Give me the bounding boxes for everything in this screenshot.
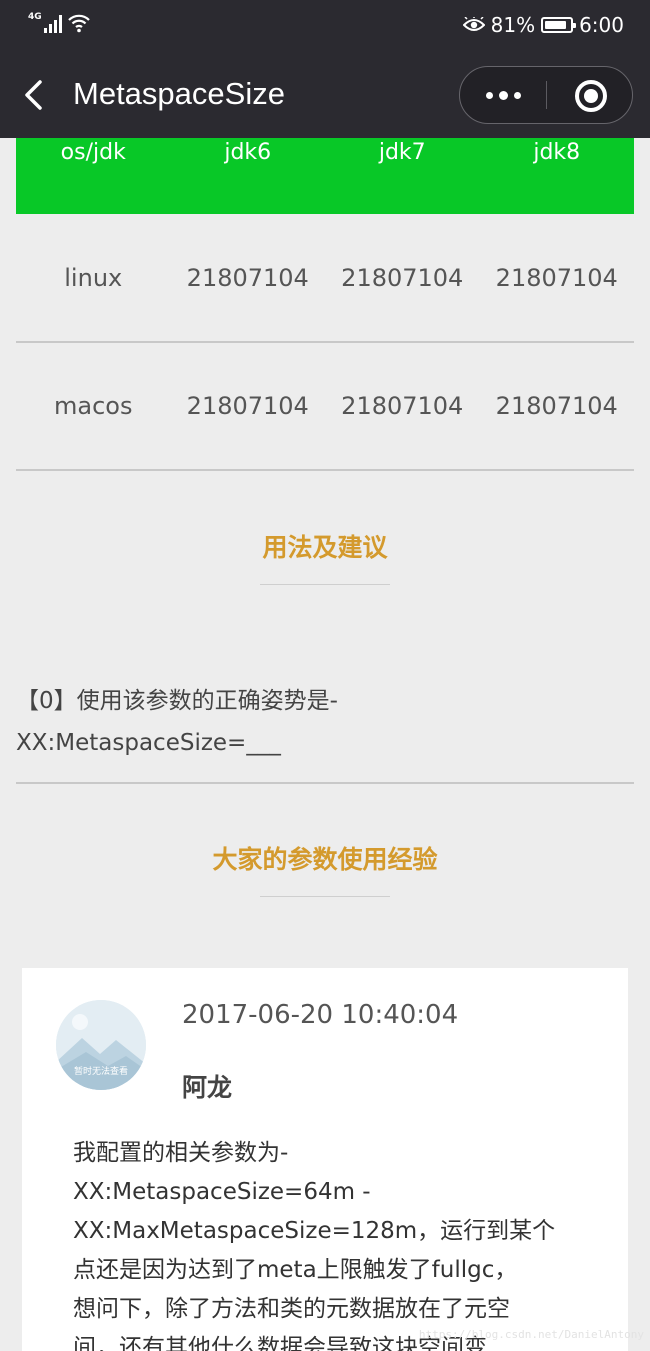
comment-line: 想问下，除了方法和类的元数据放在了元空 xyxy=(73,1296,510,1322)
network-type: 4G xyxy=(28,12,42,22)
comment-line: XX:MetaspaceSize=64m - xyxy=(73,1179,371,1205)
more-dots-icon[interactable] xyxy=(460,67,546,123)
table-cell: 21807104 xyxy=(186,264,309,292)
comment-line: 我配置的相关参数为- xyxy=(73,1140,289,1166)
status-left: 4G xyxy=(28,13,90,33)
mini-program-capsule xyxy=(459,66,633,124)
comment-author: 阿龙 xyxy=(182,1073,233,1102)
table-cell: linux xyxy=(64,264,123,292)
eye-comfort-icon xyxy=(462,17,485,31)
watermark: https://blog.csdn.net/DanielAntony xyxy=(418,1328,644,1341)
clock: 6:00 xyxy=(579,13,624,37)
page-title: MetaspaceSize xyxy=(73,76,285,111)
comment-line: XX:MaxMetaspaceSize=128m，运行到某个 xyxy=(73,1218,556,1244)
comment-line: 点还是因为达到了meta上限触发了fullgc， xyxy=(73,1257,518,1283)
usage-section-title: 用法及建议 xyxy=(262,533,388,562)
status-right: 81% 6:00 xyxy=(462,13,624,37)
usage-text-line: 【0】使用该参数的正确姿势是- xyxy=(16,688,338,714)
table-header-cell: jdk6 xyxy=(224,140,272,165)
table-cell: 21807104 xyxy=(341,264,464,292)
comment-time: 2017-06-20 10:40:04 xyxy=(182,1000,459,1030)
divider xyxy=(16,782,634,784)
section-divider xyxy=(260,584,390,585)
nav-bar: MetaspaceSize xyxy=(0,50,650,138)
back-icon[interactable] xyxy=(22,80,50,110)
wifi-icon xyxy=(67,14,90,33)
battery-icon xyxy=(541,17,577,33)
capsule-divider xyxy=(546,81,547,109)
avatar[interactable]: 暂时无法查看 xyxy=(56,1000,146,1090)
table-row: macos 21807104 21807104 21807104 xyxy=(16,343,634,471)
status-bar: 4G 81% 6:00 xyxy=(0,0,650,50)
signal-icon xyxy=(43,15,62,33)
usage-text: 【0】使用该参数的正确姿势是- XX:MetaspaceSize=___ xyxy=(16,680,634,764)
table-header-cell: jdk7 xyxy=(378,140,426,165)
table-header: os/jdk jdk6 jdk7 jdk8 xyxy=(16,138,634,214)
table-row: linux 21807104 21807104 21807104 xyxy=(16,215,634,343)
table-cell: macos xyxy=(54,392,133,420)
usage-text-line: XX:MetaspaceSize=___ xyxy=(16,730,281,756)
close-circle-icon[interactable] xyxy=(575,80,607,112)
table-cell: 21807104 xyxy=(341,392,464,420)
table-header-cell: os/jdk xyxy=(60,140,126,165)
comment-body: 我配置的相关参数为- XX:MetaspaceSize=64m - XX:Max… xyxy=(73,1134,583,1351)
table-cell: 21807104 xyxy=(186,392,309,420)
section-divider xyxy=(260,896,390,897)
experience-section-title: 大家的参数使用经验 xyxy=(212,845,438,874)
table-header-cell: jdk8 xyxy=(533,140,581,165)
avatar-caption: 暂时无法查看 xyxy=(73,1067,128,1077)
battery-percent: 81% xyxy=(490,13,536,37)
table-cell: 21807104 xyxy=(495,392,618,420)
comment-card[interactable]: 暂时无法查看 2017-06-20 10:40:04 阿龙 我配置的相关参数为-… xyxy=(22,968,628,1351)
table-cell: 21807104 xyxy=(495,264,618,292)
